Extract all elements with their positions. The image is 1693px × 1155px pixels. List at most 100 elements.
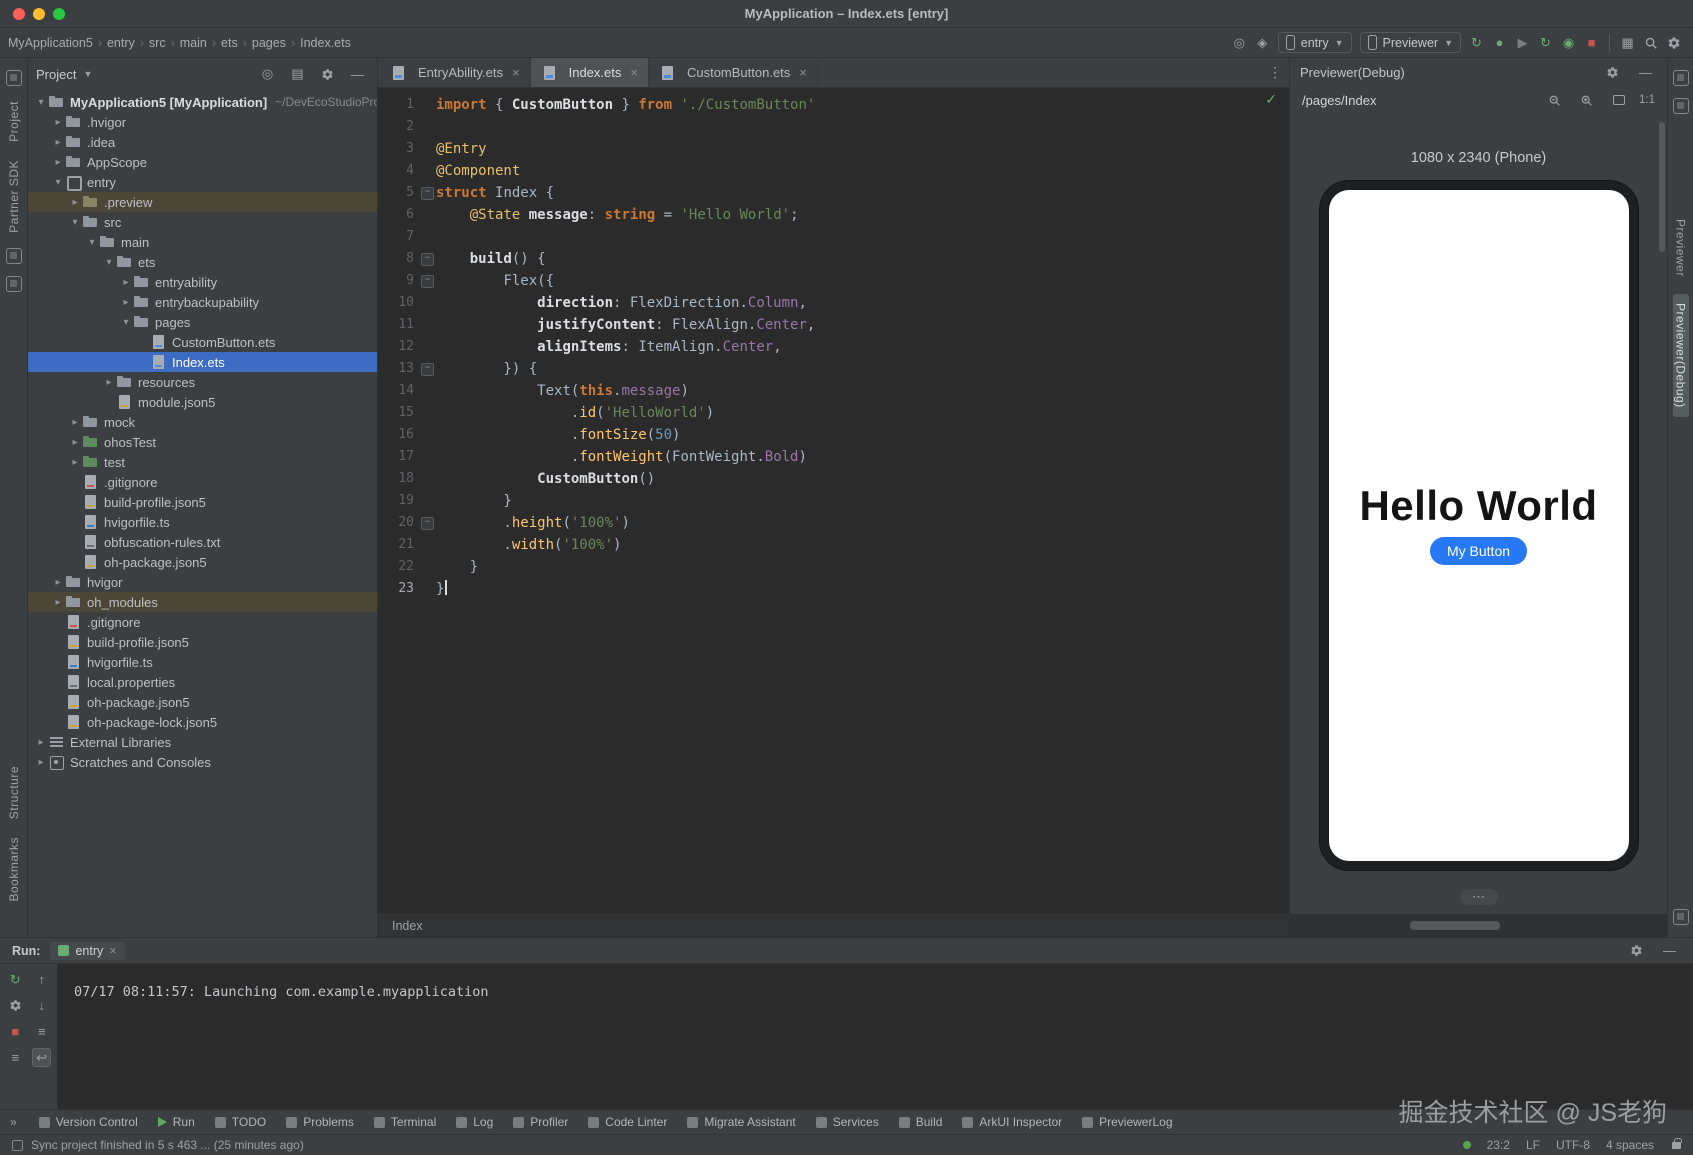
run-tool-settings-icon[interactable] [6,996,25,1015]
tree-item-build-profile-json5[interactable]: build-profile.json5 [28,632,377,652]
tree-item-local-properties[interactable]: local.properties [28,672,377,692]
device-file-browser-icon[interactable] [1672,909,1689,925]
pin-icon[interactable]: ◈ [1251,32,1274,54]
breadcrumb-item-ets[interactable]: ets [221,36,238,50]
tree-item-custombutton-ets[interactable]: CustomButton.ets [28,332,377,352]
breadcrumb-item-myapplication5[interactable]: MyApplication5 [8,36,93,50]
tree-item-resources[interactable]: ▸ resources [28,372,377,392]
chevron-right-icon[interactable]: ▸ [68,417,82,428]
tree-item-hvigor[interactable]: ▸ hvigor [28,572,377,592]
tree-item-main[interactable]: ▾ main [28,232,377,252]
collapse-output-icon[interactable]: ≡ [32,1022,51,1041]
panel-settings-icon[interactable] [316,63,339,85]
chevron-right-icon[interactable]: ▸ [68,197,82,208]
code-line[interactable]: 15 .id('HelloWorld') [378,402,1289,424]
tree-item-oh-package-json5[interactable]: oh-package.json5 [28,692,377,712]
zoom-out-icon[interactable] [1543,89,1566,111]
chevron-right-icon[interactable]: ▸ [119,297,133,308]
tree-item-ets[interactable]: ▾ ets [28,252,377,272]
tree-item-test[interactable]: ▸ test [28,452,377,472]
tree-item-index-ets[interactable]: Index.ets [28,352,377,372]
breadcrumb-item-pages[interactable]: pages [252,36,286,50]
tree-item-module-json5[interactable]: module.json5 [28,392,377,412]
chevron-down-icon[interactable]: ▾ [51,177,65,188]
tree-item-idea[interactable]: ▸ .idea [28,132,377,152]
debug-app-icon[interactable]: ● [1488,32,1511,54]
close-tab-icon[interactable]: × [512,65,520,80]
status-item-4-spaces[interactable]: 4 spaces [1606,1138,1654,1152]
zoom-ratio-label[interactable]: 1:1 [1639,94,1655,106]
tree-item-src[interactable]: ▾ src [28,212,377,232]
chevron-right-icon[interactable]: ▸ [51,577,65,588]
tool-strip-structure[interactable]: Structure [6,757,22,828]
tree-item-appscope[interactable]: ▸ AppScope [28,152,377,172]
toolwindow-services[interactable]: Services [815,1115,879,1129]
code-line[interactable]: 2 [378,116,1289,138]
inspection-ok-icon[interactable]: ✓ [1265,91,1277,108]
tree-item-mock[interactable]: ▸ mock [28,412,377,432]
code-line[interactable]: 23} [378,578,1289,600]
tree-item-myapplication5-myapplication[interactable]: ▾ MyApplication5 [MyApplication] ~/DevEcoS… [28,92,377,112]
tree-item-oh-package-lock-json5[interactable]: oh-package-lock.json5 [28,712,377,732]
toolwindow-todo[interactable]: TODO [214,1115,266,1129]
chevron-right-icon[interactable]: ▸ [119,277,133,288]
toolwindow-previewerlog[interactable]: PreviewerLog [1082,1115,1173,1129]
toolwindow-problems[interactable]: Problems [286,1115,354,1129]
chevron-right-icon[interactable]: ▸ [34,757,48,768]
sdk-tool-icon-2[interactable] [5,275,22,292]
tree-item-oh-package-json5[interactable]: oh-package.json5 [28,552,377,572]
code-line[interactable]: 21 .width('100%') [378,534,1289,556]
code-line[interactable]: 19 } [378,490,1289,512]
scroll-down-icon[interactable]: ↓ [32,996,51,1015]
tree-item-gitignore[interactable]: .gitignore [28,472,377,492]
breadcrumb-item-index-ets[interactable]: Index.ets [300,36,351,50]
project-panel-title[interactable]: Project [36,67,76,82]
tree-item-obfuscation-rules-txt[interactable]: obfuscation-rules.txt [28,532,377,552]
search-icon[interactable] [1639,32,1662,54]
sdk-tool-icon-1[interactable] [5,247,22,264]
zoom-in-icon[interactable] [1575,89,1598,111]
run-console[interactable]: 07/17 08:11:57: Launching com.example.my… [58,964,1693,1109]
tree-item-scratches-and-consoles[interactable]: ▸ Scratches and Consoles [28,752,377,772]
rerun-icon[interactable]: ↻ [1534,32,1557,54]
code-line[interactable]: 10 direction: FlexDirection.Column, [378,292,1289,314]
sync-app-icon[interactable]: ↻ [1465,32,1488,54]
rerun-app-icon[interactable]: ↻ [6,970,25,989]
chevron-right-icon[interactable]: ▸ [51,137,65,148]
tree-item-entryability[interactable]: ▸ entryability [28,272,377,292]
toolwindow-version-control[interactable]: Version Control [38,1115,138,1129]
fold-marker-icon[interactable] [418,270,436,292]
previewer-settings-icon[interactable] [1601,61,1624,83]
layout-icon[interactable]: ▦ [1616,32,1639,54]
status-grid-icon[interactable] [12,1139,23,1151]
code-editor[interactable]: 1 import { CustomButton } from './CustomB… [378,88,1289,913]
tree-item-entry[interactable]: ▾ entry [28,172,377,192]
code-line[interactable]: 4 @Component [378,160,1289,182]
hide-panel-icon[interactable]: — [346,63,369,85]
code-line[interactable]: 1 import { CustomButton } from './CustomB… [378,94,1289,116]
chevron-right-icon[interactable]: ▸ [51,157,65,168]
tree-item-gitignore[interactable]: .gitignore [28,612,377,632]
tool-strip-previewer-debug[interactable]: Previewer(Debug) [1672,293,1689,417]
toolwindow-migrate-assistant[interactable]: Migrate Assistant [687,1115,796,1129]
phone-screen[interactable]: Hello World My Button [1328,190,1629,861]
chevron-right-icon[interactable]: ▸ [51,117,65,128]
toolwindow-build[interactable]: Build [898,1115,942,1129]
target-icon[interactable]: ◎ [1228,32,1251,54]
tool-strip-project[interactable]: Project [6,92,22,151]
toolwindow-switcher-icon[interactable]: » [10,1115,17,1129]
toolwindow-code-linter[interactable]: Code Linter [588,1115,667,1129]
run-settings-icon[interactable] [1625,940,1648,962]
close-tab-icon[interactable]: × [799,65,807,80]
tree-item-external-libraries[interactable]: ▸ External Libraries [28,732,377,752]
code-line[interactable]: 9 Flex({ [378,270,1289,292]
code-line[interactable]: 22 } [378,556,1289,578]
tree-item-ohostest[interactable]: ▸ ohosTest [28,432,377,452]
breadcrumb-item-main[interactable]: main [180,36,207,50]
chevron-right-icon[interactable]: ▸ [34,737,48,748]
code-line[interactable]: 16 .fontSize(50) [378,424,1289,446]
close-run-tab-icon[interactable]: × [109,944,116,958]
notifications-icon[interactable] [1672,70,1689,86]
locate-file-icon[interactable]: ◎ [256,63,279,85]
stop-icon[interactable]: ■ [1580,32,1603,54]
